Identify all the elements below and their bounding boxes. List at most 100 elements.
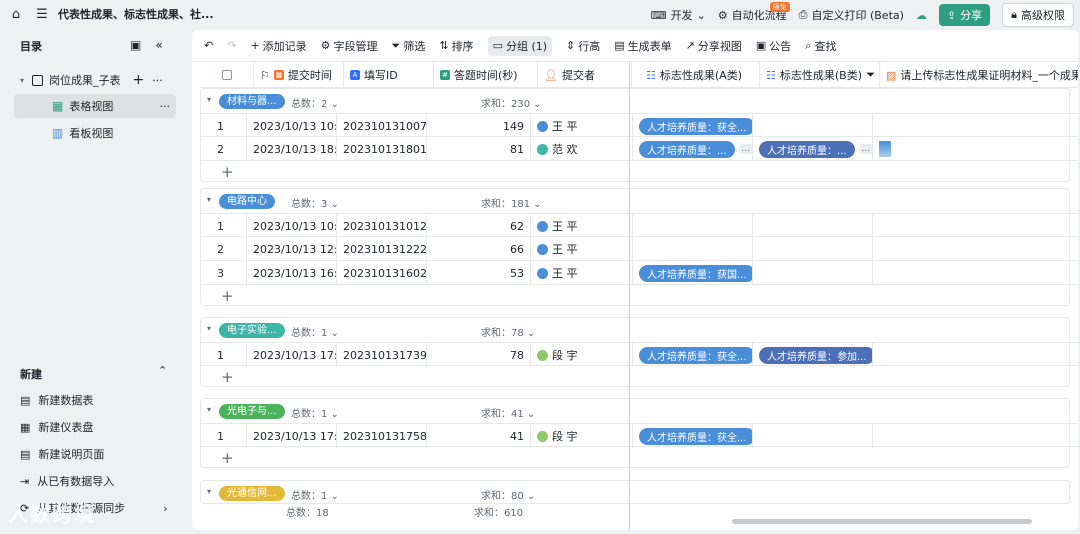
attachment-cell[interactable] xyxy=(873,424,1071,448)
home-icon[interactable]: ⌂ xyxy=(8,6,24,22)
b-class-cell[interactable]: 人才培养质量：...... xyxy=(753,137,873,161)
table-row[interactable]: 12023/10/13 17:...202310131758...41段 宇人才… xyxy=(201,423,1078,448)
group-header[interactable]: ▾ 光电子与... 总数：1 ⌄ 求和：41 ⌄ xyxy=(201,399,1078,423)
more-tags[interactable]: ... xyxy=(738,144,752,154)
caret-down-icon[interactable]: ▾ xyxy=(207,405,211,414)
sort-button[interactable]: ⇅ 排序 xyxy=(439,38,473,54)
column-header-submitter[interactable]: 👤︎ 提交者 xyxy=(538,62,632,88)
answer-time-cell[interactable]: 81 xyxy=(427,137,531,161)
add-row-button[interactable]: + xyxy=(201,447,1078,469)
table-row[interactable]: 12023/10/13 10:...202310131007...149王 平人… xyxy=(201,113,1078,138)
answer-time-cell[interactable]: 66 xyxy=(427,237,531,261)
collapse-sidebar-icon[interactable]: « xyxy=(155,38,162,52)
permission-button[interactable]: 🔒︎ 高级权限 xyxy=(1002,3,1074,27)
fill-id-cell[interactable]: 202310131007... xyxy=(337,114,427,138)
group-header[interactable]: ▾ 电路中心 总数：3 ⌄ 求和：181 ⌄ xyxy=(201,189,1078,213)
column-header-submit-time[interactable]: ⚐ ▦ 提交时间 xyxy=(254,62,344,88)
automation-button[interactable]: ⚙ 自动化流程 限免 xyxy=(718,2,790,23)
fill-id-cell[interactable]: 202310131012... xyxy=(337,214,427,238)
submit-time-cell[interactable]: 2023/10/13 10:... xyxy=(247,214,337,238)
chevron-up-icon[interactable]: ⌃ xyxy=(158,364,167,377)
b-class-cell[interactable] xyxy=(753,424,873,448)
submit-time-cell[interactable]: 2023/10/13 17:... xyxy=(247,424,337,448)
fill-id-cell[interactable]: 202310131758... xyxy=(337,424,427,448)
search-button[interactable]: ⌕ 查找 xyxy=(805,38,836,54)
submitter-cell[interactable]: 王 平 xyxy=(531,237,633,261)
group-count[interactable]: 总数：1 ⌄ xyxy=(291,324,339,339)
fill-id-cell[interactable]: 202310131602... xyxy=(337,261,427,285)
add-row-button[interactable]: + xyxy=(201,366,1078,388)
sidebar-item-kanban-view[interactable]: ▥ 看板视图 xyxy=(14,121,176,145)
submit-time-cell[interactable]: 2023/10/13 17:... xyxy=(247,343,337,367)
more-icon[interactable]: ··· xyxy=(152,74,163,87)
answer-time-cell[interactable]: 149 xyxy=(427,114,531,138)
answer-time-cell[interactable]: 78 xyxy=(427,343,531,367)
group-count[interactable]: 总数：2 ⌄ xyxy=(291,95,339,110)
add-row-button[interactable]: + xyxy=(201,161,1078,183)
share-button[interactable]: ⇪ 分享 xyxy=(938,4,991,26)
fill-id-cell[interactable]: 202310131801... xyxy=(337,137,427,161)
group-header[interactable]: ▾ 材料与器... 总数：2 ⌄ 求和：230 ⌄ xyxy=(201,89,1078,113)
a-class-cell[interactable] xyxy=(633,214,753,238)
field-manage-button[interactable]: ⚙ 字段管理 xyxy=(321,38,378,54)
submitter-cell[interactable]: 范 欢 xyxy=(531,137,633,161)
caret-down-icon[interactable]: ▾ xyxy=(207,324,211,333)
a-class-cell[interactable]: 人才培养质量：获全... xyxy=(633,114,753,138)
filter-button[interactable]: ⏷ 筛选 xyxy=(392,38,426,54)
submitter-cell[interactable]: 王 平 xyxy=(531,261,633,285)
b-class-cell[interactable] xyxy=(753,214,873,238)
submit-time-cell[interactable]: 2023/10/13 12:... xyxy=(247,237,337,261)
more-tags[interactable]: ... xyxy=(858,144,872,154)
b-class-cell[interactable] xyxy=(753,114,873,138)
group-count[interactable]: 总数：1 ⌄ xyxy=(291,487,339,502)
table-row[interactable]: 12023/10/13 17:...202310131739...78段 宇人才… xyxy=(201,342,1078,367)
add-record-button[interactable]: + 添加记录 xyxy=(250,38,306,54)
new-doc-button[interactable]: ▤ 新建说明页面 xyxy=(20,446,104,462)
a-class-cell[interactable]: 人才培养质量：...... xyxy=(633,137,753,161)
group-count[interactable]: 总数：3 ⌄ xyxy=(291,195,339,210)
a-class-cell[interactable] xyxy=(633,237,753,261)
image-thumbnail[interactable] xyxy=(879,141,891,157)
submit-time-cell[interactable]: 2023/10/13 10:... xyxy=(247,114,337,138)
submitter-cell[interactable]: 段 宇 xyxy=(531,343,633,367)
group-header[interactable]: ▾ 电子实验... 总数：1 ⌄ 求和：78 ⌄ xyxy=(201,318,1078,342)
attachment-cell[interactable] xyxy=(873,137,1071,161)
select-all-checkbox[interactable] xyxy=(200,62,254,88)
column-header-fill-id[interactable]: A 填写ID xyxy=(344,62,434,88)
b-class-cell[interactable]: 人才培养质量：参加... xyxy=(753,343,873,367)
caret-down-icon[interactable]: ▾ xyxy=(207,487,211,496)
fill-id-cell[interactable]: 202310131222... xyxy=(337,237,427,261)
submitter-cell[interactable]: 王 平 xyxy=(531,214,633,238)
column-header-a-class[interactable]: ☷ 标志性成果(A类) xyxy=(640,62,760,88)
column-header-b-class[interactable]: ☷ 标志性成果(B类) ⏷ xyxy=(760,62,880,88)
cloud-sync-icon[interactable]: ☁ xyxy=(916,9,927,22)
group-sum[interactable]: 求和：80 ⌄ xyxy=(481,487,535,502)
gen-form-button[interactable]: ▤ 生成表单 xyxy=(614,38,671,54)
table-row[interactable]: 12023/10/13 10:...202310131012...62王 平 xyxy=(201,213,1078,238)
more-icon[interactable]: ··· xyxy=(160,100,171,113)
import-button[interactable]: ⇥ 从已有数据导入 xyxy=(20,473,114,489)
table-row[interactable]: 32023/10/13 16:...202310131602...53王 平人才… xyxy=(201,261,1078,285)
collapse-panel-icon[interactable]: ▣ xyxy=(130,38,141,52)
new-dashboard-button[interactable]: ▦ 新建仪表盘 xyxy=(20,419,93,435)
menu-icon[interactable]: ☰ xyxy=(34,6,50,22)
column-header-attachment[interactable]: ▨请上传标志性成果证明材料_一个成果对应 xyxy=(880,62,1078,88)
add-row-button[interactable]: + xyxy=(201,285,1078,307)
attachment-cell[interactable] xyxy=(873,261,1071,285)
sidebar-item-grid-view[interactable]: ▦ 表格视图 ··· xyxy=(14,94,176,118)
add-icon[interactable]: + xyxy=(133,72,145,88)
group-count[interactable]: 总数：1 ⌄ xyxy=(291,405,339,420)
group-button[interactable]: ▭ 分组 (1) xyxy=(487,35,553,56)
dev-menu[interactable]: ⌨ 开发 ⌄ xyxy=(651,7,706,23)
undo-icon[interactable]: ↶ xyxy=(204,39,213,52)
b-class-cell[interactable] xyxy=(753,237,873,261)
b-class-cell[interactable] xyxy=(753,261,873,285)
group-sum[interactable]: 求和：41 ⌄ xyxy=(481,405,535,420)
doc-title[interactable]: 代表性成果、标志性成果、社... xyxy=(58,6,214,22)
print-button[interactable]: ⎙ 自定义打印 (Beta) xyxy=(799,7,904,23)
attachment-cell[interactable] xyxy=(873,114,1071,138)
table-row[interactable]: 22023/10/13 12:...202310131222...66王 平 xyxy=(201,237,1078,261)
attachment-cell[interactable] xyxy=(873,237,1071,261)
redo-icon[interactable]: ↷ xyxy=(227,39,236,52)
answer-time-cell[interactable]: 53 xyxy=(427,261,531,285)
